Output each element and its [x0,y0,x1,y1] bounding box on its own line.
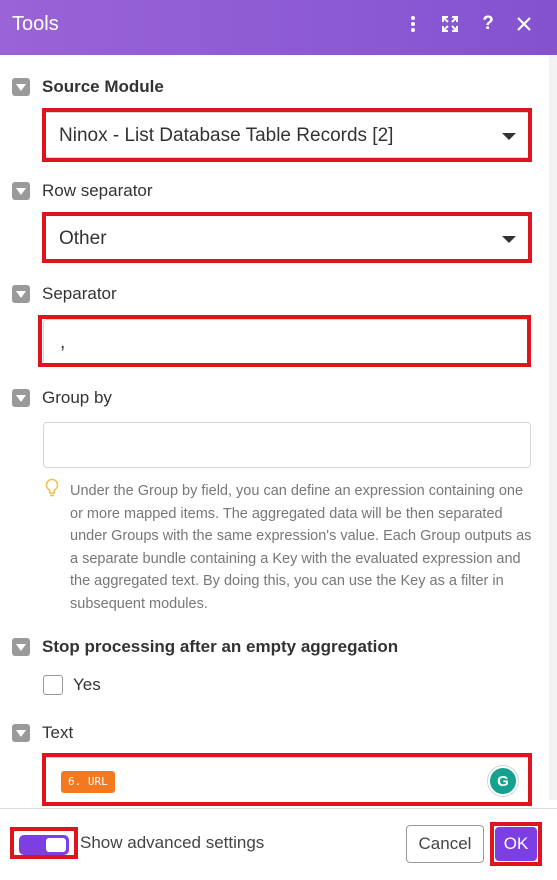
expand-icon[interactable] [438,12,462,36]
group-by-section[interactable]: Group by [12,387,112,409]
lightbulb-icon [44,478,60,503]
separator-label: Separator [42,284,117,303]
dropdown-caret-icon [502,236,516,243]
advanced-settings-label[interactable]: Show advanced settings [80,833,264,853]
chevron-down-icon[interactable] [12,389,30,407]
advanced-settings-toggle[interactable] [19,835,69,855]
group-by-input[interactable] [43,422,531,468]
mapped-item-token[interactable]: 6. URL [61,771,115,793]
text-label: Text [42,723,74,742]
group-by-hint: Under the Group by field, you can define… [70,483,532,612]
dialog-header: Tools ? [0,0,557,55]
source-module-value: Ninox - List Database Table Records [2] [59,125,394,146]
help-icon[interactable]: ? [476,12,500,36]
cancel-button[interactable]: Cancel [406,825,484,863]
separator-input[interactable]: , [43,319,531,365]
row-separator-select[interactable]: Other [43,215,531,261]
chevron-down-icon[interactable] [12,638,30,656]
row-separator-value: Other [59,228,107,249]
stop-processing-label: Stop processing after an empty aggregati… [42,637,399,656]
separator-section[interactable]: Separator [12,283,117,305]
dropdown-caret-icon [502,133,516,140]
grammarly-icon[interactable]: G [488,766,518,796]
group-by-label: Group by [42,388,112,407]
close-icon[interactable] [512,12,536,36]
toggle-knob [46,838,66,852]
chevron-down-icon[interactable] [12,78,30,96]
chevron-down-icon[interactable] [12,724,30,742]
row-separator-label: Row separator [42,181,153,200]
scrollbar[interactable] [549,55,557,800]
ok-button[interactable]: OK [495,827,537,861]
source-module-section[interactable]: Source Module [12,76,164,98]
yes-checkbox[interactable] [43,675,63,695]
chevron-down-icon[interactable] [12,285,30,303]
separator-value: , [60,332,66,353]
chevron-down-icon[interactable] [12,182,30,200]
more-vertical-icon[interactable] [401,12,425,36]
source-module-label: Source Module [42,77,164,96]
row-separator-section[interactable]: Row separator [12,180,153,202]
dialog-title: Tools [12,13,59,35]
text-section[interactable]: Text [12,722,73,744]
stop-processing-section[interactable]: Stop processing after an empty aggregati… [12,636,398,658]
yes-checkbox-label[interactable]: Yes [73,675,101,695]
source-module-select[interactable]: Ninox - List Database Table Records [2] [43,112,531,158]
text-input[interactable] [43,757,531,803]
